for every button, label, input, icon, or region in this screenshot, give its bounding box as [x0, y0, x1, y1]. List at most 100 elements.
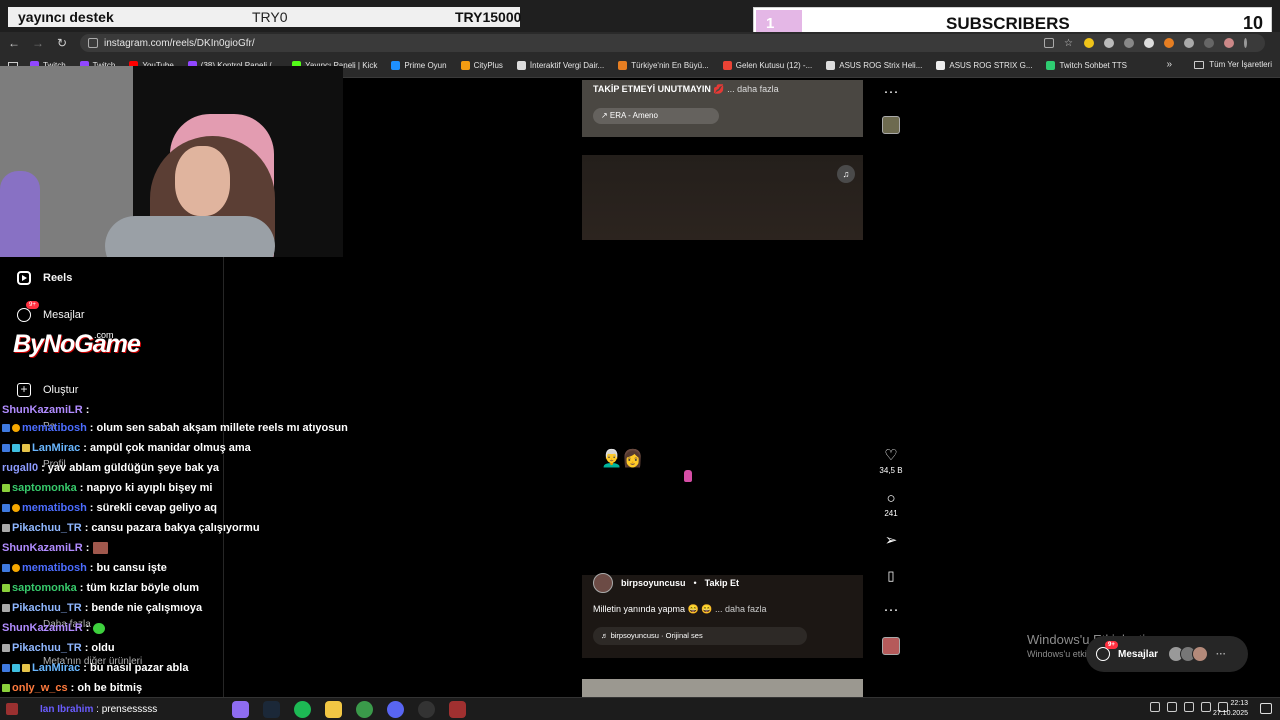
file-explorer-icon[interactable]: [325, 701, 342, 718]
extensions-puzzle-icon[interactable]: [1184, 38, 1194, 48]
extension-5-icon[interactable]: [1164, 38, 1174, 48]
like-button[interactable]: ♡ 34,5 B: [878, 448, 904, 476]
messages-badge: 9+: [1105, 641, 1118, 649]
gib-icon: [516, 61, 526, 70]
url-text: instagram.com/reels/DKIn0gioGfr/: [104, 37, 255, 49]
extension-1-icon[interactable]: [1084, 38, 1094, 48]
emote-icon: [93, 542, 109, 554]
notification-icon[interactable]: [1260, 703, 1272, 714]
badge-icon: [2, 644, 10, 652]
plus-icon: +: [17, 383, 31, 397]
more-icon: ···: [883, 83, 899, 100]
screen-cast-icon[interactable]: [1044, 38, 1054, 48]
bookmark-cityplus[interactable]: CityPlus: [460, 61, 503, 70]
steam-icon[interactable]: [263, 701, 280, 718]
reel-more-button[interactable]: ···: [878, 602, 904, 618]
chat-line: saptomonka: napıyo ki ayıplı bişey mi: [2, 478, 212, 498]
comment-button[interactable]: ○ 241: [878, 490, 904, 519]
tts-icon: [1046, 61, 1056, 70]
donation-amount: TRY0: [252, 9, 288, 25]
sidebar-item-reels[interactable]: Reels: [16, 270, 72, 286]
chat-line: rugall0: yav ablam güldüğün şeye bak ya: [2, 462, 219, 474]
comment-icon: ○: [886, 490, 896, 507]
bookmark-prime-oyun[interactable]: Prime Oyun: [391, 61, 447, 70]
reel-video[interactable]: [582, 240, 863, 575]
previous-reel-more-button[interactable]: ···: [878, 84, 904, 100]
more-bookmarks-button[interactable]: »: [1166, 59, 1172, 70]
messages-pill[interactable]: 9+ Mesajlar ···: [1086, 636, 1248, 672]
bynogame-logo: ByNoGame: [13, 330, 141, 358]
asus-icon: [936, 61, 946, 70]
bookmark-icon: ▯: [887, 568, 895, 583]
bookmark-asus-2[interactable]: ASUS ROG STRIX G...: [936, 61, 1032, 70]
save-button[interactable]: ▯: [878, 568, 904, 584]
extension-4-icon[interactable]: [1144, 38, 1154, 48]
screen: yayıncı destek TRY0 TRY15000 1 SUBSCRIBE…: [0, 0, 1280, 720]
reel-audio-thumbnail[interactable]: [882, 637, 900, 655]
badge-icon: [12, 564, 20, 572]
obs-icon[interactable]: [418, 701, 435, 718]
clock[interactable]: 22:13 27.10.2025: [1213, 699, 1248, 719]
badge-icon: [2, 584, 10, 592]
author-avatar[interactable]: [593, 573, 613, 593]
reel-author-row: birpsoyuncusu • Takip Et: [593, 573, 739, 593]
sidebar-item-create[interactable]: + Oluştur: [16, 382, 78, 398]
volume-button[interactable]: ♫: [837, 165, 855, 183]
side-panel-icon[interactable]: [1204, 38, 1214, 48]
bookmark-vergi[interactable]: İnteraktif Vergi Dair...: [516, 61, 604, 70]
profile-avatar[interactable]: [1224, 38, 1234, 48]
chevron-up-icon[interactable]: [1150, 702, 1160, 712]
extension-2-icon[interactable]: [1104, 38, 1114, 48]
badge-icon: [2, 524, 10, 532]
chat-line: mematibosh: sürekli cevap geliyo aq: [2, 498, 217, 518]
spotify-icon[interactable]: [294, 701, 311, 718]
more-link[interactable]: ... daha fazla: [727, 84, 779, 94]
author-username[interactable]: birpsoyuncusu: [621, 578, 686, 588]
previous-reel-song[interactable]: ↗ ERA - Ameno: [593, 108, 719, 124]
bookmark-turkiye[interactable]: Türkiye'nin En Büyü...: [618, 61, 709, 70]
mail-icon: [722, 61, 732, 70]
back-button[interactable]: ←: [4, 33, 24, 53]
previous-reel-audio-thumbnail[interactable]: [882, 116, 900, 134]
bookmark-asus-1[interactable]: ASUS ROG Strix Heli...: [826, 61, 922, 70]
network-icon[interactable]: [1201, 702, 1211, 712]
forward-button[interactable]: →: [28, 33, 48, 53]
sidebar-item-messages[interactable]: 9+ Mesajlar: [16, 301, 85, 323]
star-icon[interactable]: ☆: [1064, 38, 1074, 49]
avatar: [1192, 646, 1209, 662]
reel-audio[interactable]: ♬ birpsoyuncusu · Orijinal ses: [593, 627, 807, 645]
previous-reel[interactable]: TAKİP ETMEYİ UNUTMAYIN 💋 ... daha fazla …: [582, 80, 863, 137]
url-input[interactable]: instagram.com/reels/DKIn0gioGfr/ ☆: [80, 34, 1265, 52]
folder-icon: [1194, 60, 1205, 69]
taskbar-chat-ticker: Ian Ibrahim : prensesssss: [40, 704, 158, 715]
chrome-icon[interactable]: [356, 701, 373, 718]
next-reel[interactable]: [582, 679, 863, 699]
app-icon[interactable]: [232, 701, 249, 718]
reload-button[interactable]: ↻: [52, 33, 72, 53]
all-bookmarks-button[interactable]: Tüm Yer İşaretleri: [1194, 60, 1272, 69]
app-icon[interactable]: [449, 701, 466, 718]
speaker-icon: ♫: [842, 169, 850, 179]
current-reel[interactable]: ♫ 👨‍🦳👩 birpsoyuncusu • Takip Et Milletin…: [582, 155, 863, 658]
comments-count: 241: [884, 509, 898, 518]
discord-icon[interactable]: [387, 701, 404, 718]
menu-icon[interactable]: [1244, 38, 1247, 48]
shop-icon: [618, 61, 628, 70]
site-info-icon[interactable]: [88, 38, 98, 48]
donation-label: yayıncı destek: [18, 9, 114, 25]
extension-3-icon[interactable]: [1124, 38, 1134, 48]
messages-badge: 9+: [26, 301, 39, 309]
follow-button[interactable]: Takip Et: [705, 578, 739, 588]
reel-emoji-overlay: 👨‍🦳👩: [601, 449, 644, 468]
reels-icon: [17, 271, 31, 285]
more-link[interactable]: ... daha fazla: [715, 604, 767, 614]
bookmark-twitch-tts[interactable]: Twitch Sohbet TTS: [1046, 61, 1127, 70]
reel-caption: Milletin yanında yapma 😄 😄 ... daha fazl…: [593, 604, 767, 614]
badge-icon: [22, 664, 30, 672]
bookmark-gelen-kutusu[interactable]: Gelen Kutusu (12) -...: [722, 61, 812, 70]
mic-icon[interactable]: [1167, 702, 1177, 712]
chat-line: mematibosh: olum sen sabah akşam millete…: [2, 418, 348, 438]
display-icon[interactable]: [1184, 702, 1194, 712]
share-button[interactable]: ➢: [878, 533, 904, 549]
start-icon[interactable]: [6, 703, 18, 715]
